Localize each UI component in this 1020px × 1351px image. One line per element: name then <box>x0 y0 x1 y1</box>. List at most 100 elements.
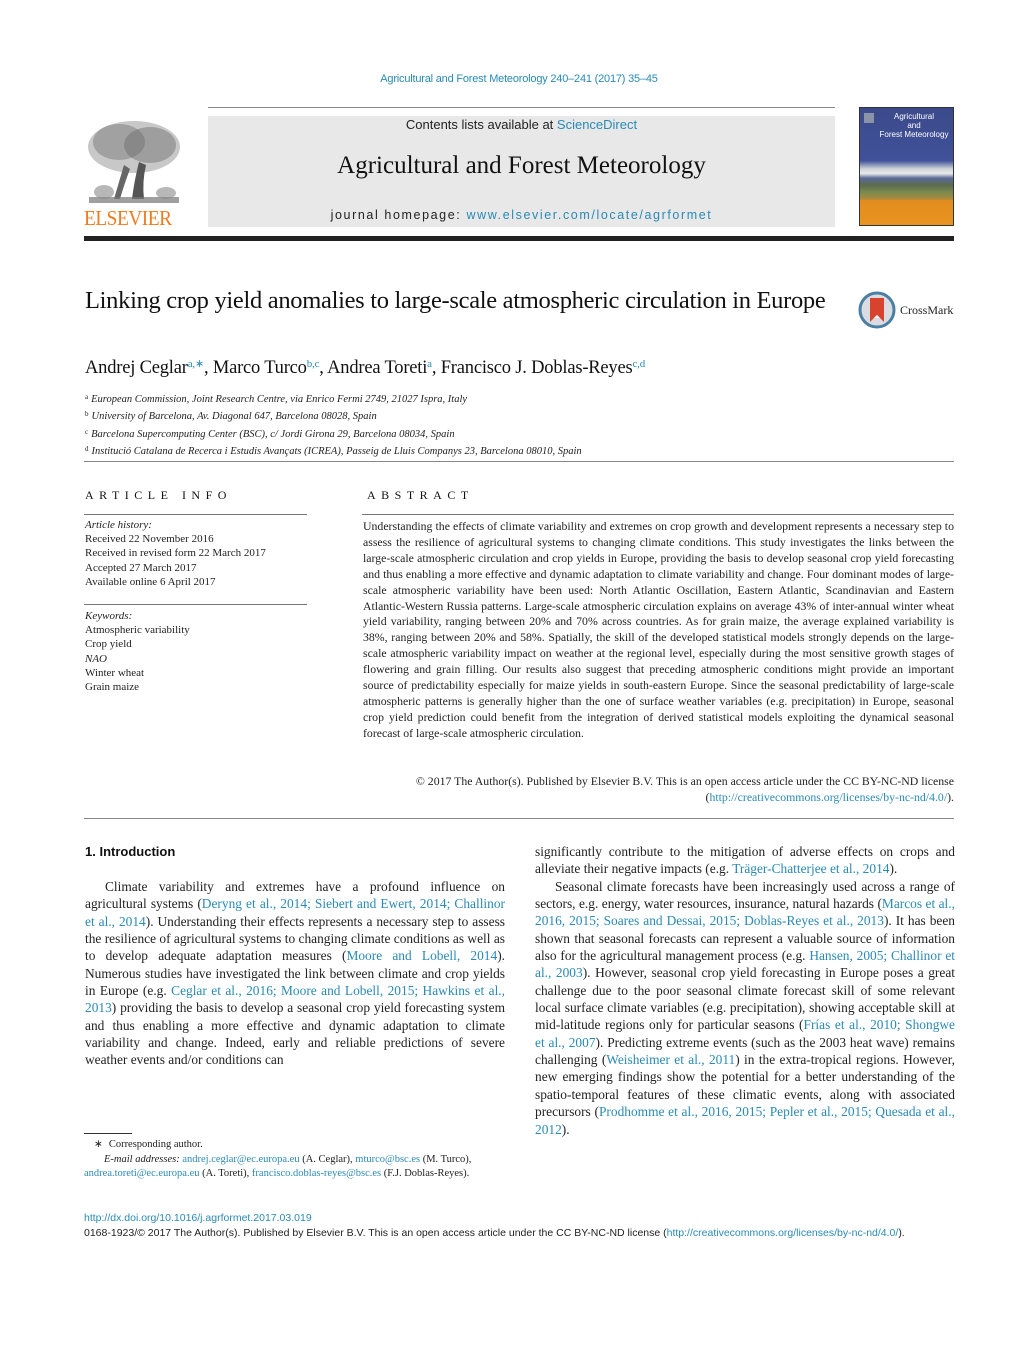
author-affil-sup[interactable]: a <box>427 358 432 370</box>
homepage-line: journal homepage: www.elsevier.com/locat… <box>208 208 835 222</box>
affiliation-text: University of Barcelona, Av. Diagonal 64… <box>91 411 377 423</box>
intro-paragraph: Seasonal climate forecasts have been inc… <box>535 878 955 1138</box>
history-item: Accepted 27 March 2017 <box>85 561 197 574</box>
author-affil-sup[interactable]: c,d <box>633 358 646 370</box>
keyword-item: Atmospheric variability <box>85 624 190 637</box>
author-affil-sup[interactable]: b,c <box>307 358 320 370</box>
citation-link[interactable]: Moore and Lobell, 2014 <box>346 948 497 963</box>
abstract-rule <box>362 514 954 515</box>
email-label: E-mail addresses: <box>104 1153 180 1165</box>
elsevier-wordmark: ELSEVIER <box>84 206 172 230</box>
footnotes: ∗ Corresponding author. E-mail addresses:… <box>84 1138 514 1182</box>
contents-prefix: Contents lists available at <box>405 117 557 132</box>
keywords: Keywords: Atmospheric variability Crop y… <box>85 609 190 694</box>
affiliation-key: a <box>85 393 89 401</box>
intro-paragraph: Climate variability and extremes have a … <box>85 878 505 1069</box>
journal-cover-image[interactable]: Agricultural and Forest Meteorology <box>859 107 954 226</box>
author-affil-sup[interactable]: a,∗ <box>188 358 204 370</box>
crossmark-icon <box>858 291 896 329</box>
section-divider <box>84 818 954 819</box>
email-link[interactable]: andrej.ceglar@ec.europa.eu <box>182 1154 299 1165</box>
email-owner: (M. Turco), <box>420 1153 472 1165</box>
author-name[interactable]: Francisco J. Doblas-Reyes <box>441 358 633 378</box>
cover-title-line: Agricultural <box>893 112 934 121</box>
email-link[interactable]: francisco.doblas-reyes@bsc.es <box>252 1168 381 1179</box>
cover-elsevier-mark-icon <box>864 113 874 123</box>
history-item: Received in revised form 22 March 2017 <box>85 547 266 560</box>
introduction-heading: 1. Introduction <box>85 844 176 859</box>
issn-copyright: 0168-1923/© 2017 The Author(s). Publishe… <box>84 1226 956 1241</box>
license-link[interactable]: http://creativecommons.org/licenses/by-n… <box>709 790 947 804</box>
keyword-item: Crop yield <box>85 638 132 651</box>
intro-column-left: Climate variability and extremes have a … <box>85 878 505 1088</box>
article-title: Linking crop yield anomalies to large-sc… <box>85 287 826 314</box>
affiliation-text: European Commission, Joint Research Cent… <box>91 394 468 405</box>
email-owner: (F.J. Doblas-Reyes). <box>381 1168 470 1179</box>
issn-suffix: ). <box>898 1227 905 1239</box>
affiliation-item: d Institució Catalana de Recerca i Estudi… <box>85 442 582 459</box>
crossmark-button[interactable]: CrossMark <box>858 291 953 329</box>
email-link[interactable]: andrea.toreti@ec.europa.eu <box>84 1168 199 1179</box>
license-suffix: ). <box>947 789 954 804</box>
cover-title-line: and <box>907 121 921 130</box>
section-divider <box>84 461 954 462</box>
history-item: Available online 6 April 2017 <box>85 575 216 588</box>
footnote-rule <box>84 1133 132 1134</box>
contents-line: Contents lists available at ScienceDirec… <box>208 117 835 132</box>
header-thick-rule <box>84 236 954 241</box>
affiliation-item: a European Commission, Joint Research Cen… <box>85 390 582 407</box>
journal-homepage-link[interactable]: www.elsevier.com/locate/agrformet <box>466 208 712 222</box>
keyword-item: NAO <box>85 652 107 665</box>
article-info-heading: ARTICLE INFO <box>85 488 232 502</box>
intro-paragraph-continued: significantly contribute to the mitigati… <box>535 843 955 878</box>
article-history: Article history: Received 22 November 20… <box>85 518 266 589</box>
abstract-license: © 2017 The Author(s). Published by Elsev… <box>363 774 954 806</box>
body-text: ) providing the basis to develop a seaso… <box>85 1000 505 1068</box>
journal-title: Agricultural and Forest Meteorology <box>337 152 706 179</box>
author-name[interactable]: Andrej Ceglar <box>85 358 188 378</box>
citation-link[interactable]: Träger-Chatterjee et al., 2014 <box>732 861 889 876</box>
affiliation-key: c <box>85 427 89 436</box>
header-divider <box>208 107 835 108</box>
keywords-label: Keywords: <box>85 610 133 622</box>
body-text: ). <box>889 861 898 877</box>
affiliation-key: b <box>85 410 89 419</box>
cover-title: Agricultural and Forest Meteorology <box>878 112 950 139</box>
elsevier-logo[interactable]: ELSEVIER <box>84 117 186 229</box>
abstract-text: Understanding the effects of climate var… <box>363 519 954 740</box>
article-history-label: Article history: <box>85 519 152 531</box>
cover-title-line: Forest Meteorology <box>879 130 949 139</box>
intro-column-right: significantly contribute to the mitigati… <box>535 843 955 1198</box>
affiliation-item: c Barcelona Supercomputing Center (BSC), … <box>85 425 582 442</box>
history-item: Received 22 November 2016 <box>85 533 214 546</box>
footer-license-link[interactable]: http://creativecommons.org/licenses/by-n… <box>667 1227 899 1239</box>
author-name[interactable]: Andrea Toreti <box>327 358 427 378</box>
keyword-item: Winter wheat <box>85 666 145 679</box>
body-text: ). <box>561 1121 570 1137</box>
citation-link[interactable]: Weisheimer et al., 2011 <box>606 1052 735 1067</box>
email-addresses: E-mail addresses: andrej.ceglar@ec.europ… <box>84 1153 514 1182</box>
journal-header-box: Contents lists available at ScienceDirec… <box>208 116 835 227</box>
email-owner: (A. Toreti), <box>199 1168 252 1179</box>
citation-link[interactable]: Prodhomme et al., 2016, 2015; Pepler et … <box>535 1104 955 1136</box>
email-owner: (A. Ceglar), <box>299 1153 356 1165</box>
issn-text: 0168-1923/© 2017 The Author(s). Publishe… <box>84 1227 667 1239</box>
journal-reference[interactable]: Agricultural and Forest Meteorology 240–… <box>0 73 1020 85</box>
corresponding-author-note: ∗ Corresponding author. <box>84 1138 514 1153</box>
article-info-rule <box>84 514 307 515</box>
elsevier-tree-icon <box>84 117 184 205</box>
doi-link[interactable]: http://dx.doi.org/10.1016/j.agrformet.20… <box>84 1212 312 1224</box>
footnote-star: ∗ <box>94 1139 103 1150</box>
keyword-item: Grain maize <box>85 681 140 694</box>
sciencedirect-link[interactable]: ScienceDirect <box>557 117 637 132</box>
affiliation-text: Barcelona Supercomputing Center (BSC), c… <box>91 428 455 440</box>
abstract-heading: ABSTRACT <box>367 488 474 502</box>
keywords-rule <box>84 604 307 605</box>
affiliation-key: d <box>85 444 89 453</box>
affiliations: a European Commission, Joint Research Cen… <box>85 390 582 459</box>
author-list: Andrej Ceglara,∗, Marco Turcob,c, Andrea… <box>85 358 646 378</box>
author-name[interactable]: Marco Turco <box>213 358 307 378</box>
email-link[interactable]: mturco@bsc.es <box>355 1154 420 1165</box>
affiliation-text: Institució Catalana de Recerca i Estudis… <box>91 445 582 457</box>
crossmark-label: CrossMark <box>900 302 954 317</box>
